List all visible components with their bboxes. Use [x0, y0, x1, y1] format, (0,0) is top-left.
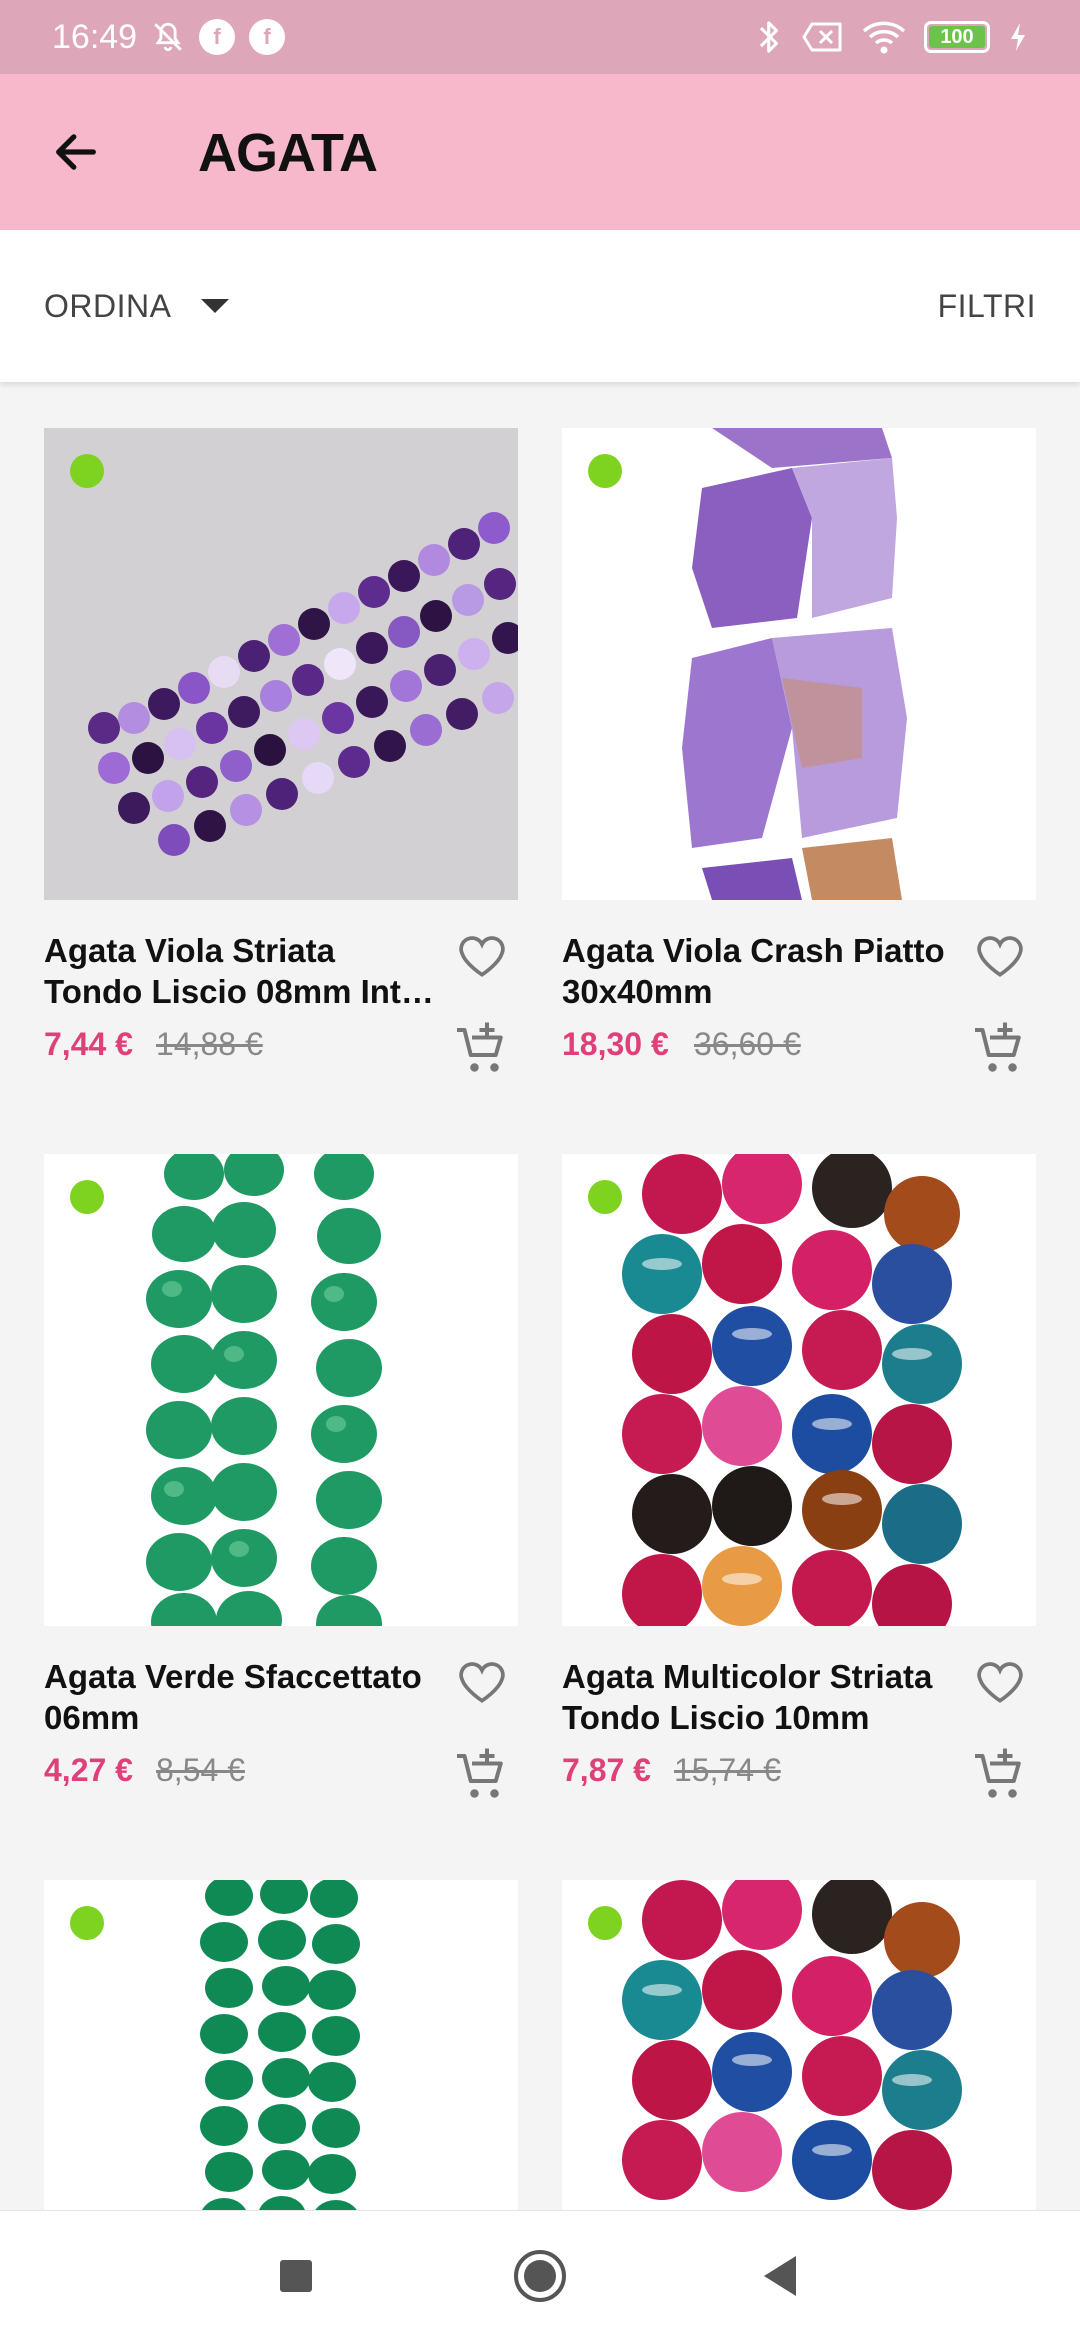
home-button[interactable]	[505, 2241, 575, 2311]
heart-icon	[977, 1662, 1023, 1703]
app-bar: AGATA	[0, 74, 1080, 230]
clock: 16:49	[52, 17, 138, 56]
product-name[interactable]: Agata Verde Sfaccettato 06mm	[44, 1656, 434, 1738]
sort-label: ORDINA	[44, 287, 172, 324]
add-cart-icon	[975, 1748, 1021, 1798]
status-bar: 16:49 f f 100	[0, 0, 1080, 74]
product-name[interactable]: Agata Viola Crash Piatto 30x40mm	[562, 930, 952, 1012]
in-stock-indicator	[588, 1906, 622, 1940]
filter-button[interactable]: FILTRI	[938, 280, 1036, 332]
product-price: 7,44 €	[44, 1026, 133, 1062]
in-stock-indicator	[70, 1906, 104, 1940]
product-old-price: 36,60 €	[694, 1026, 801, 1062]
system-nav-bar	[0, 2210, 1080, 2340]
mute-icon	[151, 20, 185, 54]
heart-icon	[977, 936, 1023, 977]
heart-icon	[459, 1662, 505, 1703]
product-image[interactable]	[562, 1154, 1036, 1626]
product-grid: Agata Viola Striata Tondo Liscio 08mm In…	[0, 382, 1080, 2210]
favorite-button[interactable]	[452, 926, 512, 986]
in-stock-indicator	[70, 1180, 104, 1214]
app-notification-icon: f	[249, 19, 286, 55]
sort-button[interactable]: ORDINA	[44, 280, 230, 332]
add-to-cart-button[interactable]	[450, 1744, 514, 1808]
battery-level: 100	[929, 26, 985, 48]
add-to-cart-button[interactable]	[450, 1018, 514, 1082]
back-icon	[764, 2256, 796, 2296]
add-cart-icon	[975, 1022, 1021, 1072]
product-name[interactable]: Agata Multicolor Striata Tondo Liscio 10…	[562, 1656, 952, 1738]
sim-off-icon	[802, 21, 844, 53]
chevron-down-icon	[201, 299, 230, 313]
product-old-price: 14,88 €	[156, 1026, 263, 1062]
favorite-button[interactable]	[970, 1652, 1030, 1712]
app-notification-icon: f	[199, 19, 236, 55]
add-to-cart-button[interactable]	[968, 1018, 1032, 1082]
wifi-icon	[862, 19, 906, 55]
product-image[interactable]	[44, 1154, 518, 1626]
product-name[interactable]: Agata Viola Striata Tondo Liscio 08mm In…	[44, 930, 434, 1012]
bluetooth-icon	[756, 19, 784, 55]
home-icon	[514, 2250, 566, 2302]
product-old-price: 8,54 €	[156, 1752, 245, 1788]
product-price: 7,87 €	[562, 1752, 651, 1788]
battery-icon: 100	[924, 21, 990, 53]
filter-label: FILTRI	[937, 287, 1036, 324]
charging-icon	[1008, 21, 1028, 53]
arrow-left-icon	[56, 134, 96, 170]
add-to-cart-button[interactable]	[968, 1744, 1032, 1808]
sort-filter-bar: ORDINA FILTRI	[0, 230, 1080, 382]
in-stock-indicator	[588, 1180, 622, 1214]
product-image[interactable]	[562, 428, 1036, 900]
heart-icon	[459, 936, 505, 977]
page-title: AGATA	[198, 123, 378, 183]
add-cart-icon	[457, 1748, 503, 1798]
favorite-button[interactable]	[452, 1652, 512, 1712]
product-price: 18,30 €	[562, 1026, 669, 1062]
in-stock-indicator	[70, 454, 104, 488]
favorite-button[interactable]	[970, 926, 1030, 986]
product-image[interactable]	[562, 1880, 1036, 2210]
in-stock-indicator	[588, 454, 622, 488]
add-cart-icon	[457, 1022, 503, 1072]
recent-apps-icon	[280, 2260, 312, 2292]
product-image[interactable]	[44, 428, 518, 900]
product-old-price: 15,74 €	[674, 1752, 781, 1788]
back-button[interactable]	[46, 122, 106, 182]
product-price: 4,27 €	[44, 1752, 133, 1788]
recent-apps-button[interactable]	[261, 2241, 331, 2311]
product-image[interactable]	[44, 1880, 518, 2210]
system-back-button[interactable]	[745, 2241, 815, 2311]
